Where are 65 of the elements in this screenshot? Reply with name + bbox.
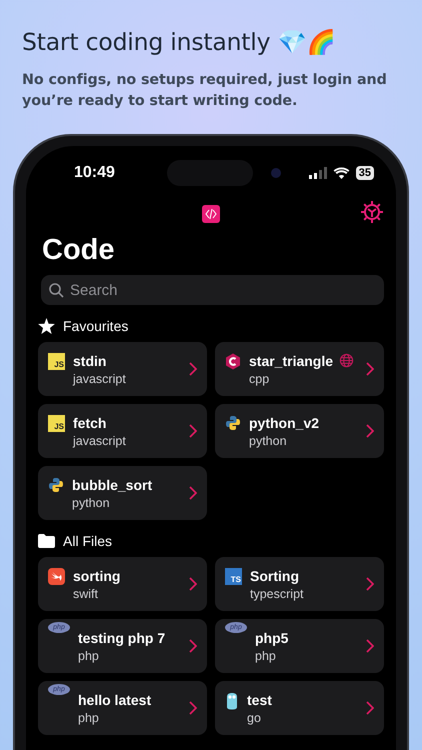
file-name: python_v2 xyxy=(249,414,320,430)
python-icon xyxy=(48,477,64,493)
file-card[interactable]: sorting swift xyxy=(38,557,207,611)
settings-icon[interactable] xyxy=(360,200,384,224)
signal-icon xyxy=(308,167,327,179)
folder-icon xyxy=(38,534,55,548)
file-card[interactable]: python_v2 python xyxy=(215,404,384,458)
app-logo-icon xyxy=(202,205,220,223)
file-name: sorting xyxy=(73,568,120,584)
headline: Start coding instantly 💎🌈 xyxy=(22,28,336,56)
camera-dot xyxy=(270,168,281,178)
chevron-icon xyxy=(366,701,374,715)
gopher-icon xyxy=(225,692,239,710)
python-icon xyxy=(225,415,241,431)
file-name: hello latest xyxy=(78,692,152,708)
chevron-icon xyxy=(366,424,374,438)
screen-title: Code xyxy=(42,234,116,267)
chevron-icon xyxy=(189,486,197,500)
file-card[interactable]: TS Sorting typescript xyxy=(215,557,384,611)
section-header: Favourites xyxy=(63,318,128,334)
file-language: swift xyxy=(73,586,99,600)
chevron-icon xyxy=(189,701,197,715)
file-name: testing php 7 xyxy=(78,630,166,646)
file-name: stdin xyxy=(73,352,106,368)
search-field[interactable]: Search xyxy=(41,275,384,305)
file-name: php5 xyxy=(255,630,288,646)
file-card[interactable]: bubble_sort python xyxy=(38,466,207,520)
file-name: Sorting xyxy=(250,568,299,584)
swift-icon xyxy=(48,568,65,585)
file-name: test xyxy=(247,692,272,708)
file-language: python xyxy=(249,434,288,448)
chevron-icon xyxy=(189,639,197,653)
javascript-icon: JS xyxy=(48,353,65,370)
javascript-icon: JS xyxy=(48,415,65,432)
status-time: 10:49 xyxy=(74,164,115,182)
file-language: python xyxy=(72,496,111,510)
file-language: javascript xyxy=(73,434,127,448)
file-language: javascript xyxy=(73,372,127,386)
file-language: php xyxy=(78,710,100,724)
file-card[interactable]: JS fetch javascript xyxy=(38,404,207,458)
file-language: php xyxy=(78,648,100,662)
typescript-icon: TS xyxy=(225,568,242,585)
star-icon xyxy=(38,318,55,334)
subtitle: No configs, no setups required, just login and you’re ready to start writing code. xyxy=(22,71,388,111)
file-language: typescript xyxy=(250,586,304,600)
chevron-icon xyxy=(366,639,374,653)
file-name: star_triangle xyxy=(249,352,334,368)
section-header: All Files xyxy=(63,533,112,549)
chevron-icon xyxy=(189,577,197,591)
file-card[interactable]: star_triangle cpp xyxy=(215,342,384,396)
file-language: go xyxy=(247,710,262,724)
chevron-icon xyxy=(189,424,197,438)
file-name: bubble_sort xyxy=(72,476,152,492)
file-card[interactable]: test go xyxy=(215,681,384,735)
cpp-icon xyxy=(225,353,241,370)
file-card[interactable]: JS stdin javascript xyxy=(38,342,207,396)
file-language: cpp xyxy=(249,372,270,386)
battery-level: 35 xyxy=(356,166,374,180)
file-language: php xyxy=(255,648,277,662)
chevron-icon xyxy=(366,577,374,591)
chevron-icon xyxy=(366,362,374,376)
wifi-icon xyxy=(332,167,350,179)
search-icon xyxy=(49,282,64,298)
chevron-icon xyxy=(189,362,197,376)
file-name: fetch xyxy=(73,414,106,430)
